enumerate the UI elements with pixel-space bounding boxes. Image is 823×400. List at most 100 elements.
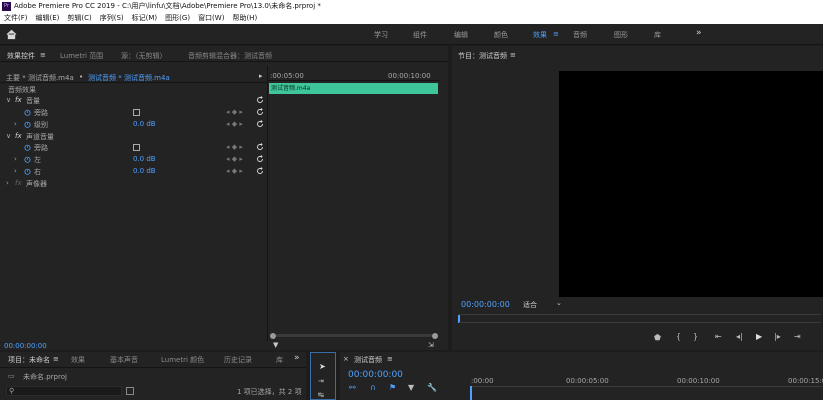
keyframe-nav-icon[interactable]: ◂ ◆ ▸ bbox=[226, 108, 243, 116]
mark-out-icon[interactable]: } bbox=[693, 332, 698, 341]
stopwatch-icon[interactable] bbox=[24, 121, 31, 128]
program-video-display[interactable] bbox=[559, 71, 823, 297]
add-marker-icon[interactable]: ▼ bbox=[408, 383, 414, 392]
play-clip-icon[interactable]: ▸ bbox=[259, 72, 263, 80]
menu-window[interactable]: 窗口(W) bbox=[198, 14, 224, 22]
tab-lumetri-scopes[interactable]: Lumetri 范围 bbox=[60, 51, 103, 61]
program-time-ruler[interactable] bbox=[459, 314, 821, 315]
left-expand-icon[interactable]: › bbox=[14, 155, 17, 163]
ripple-edit-tool-icon[interactable]: ↹ bbox=[318, 391, 324, 399]
zoom-handle-right[interactable] bbox=[432, 333, 438, 339]
menu-clip[interactable]: 剪辑(C) bbox=[67, 14, 91, 22]
right-expand-icon[interactable]: › bbox=[14, 167, 17, 175]
tab-history[interactable]: 历史记录 bbox=[224, 355, 252, 365]
selection-tool-icon[interactable]: ➤ bbox=[319, 362, 326, 371]
step-forward-icon[interactable]: |▸ bbox=[774, 332, 781, 341]
tab-menu-icon[interactable]: ≡ bbox=[40, 51, 46, 59]
home-icon[interactable] bbox=[6, 29, 17, 40]
tab-essential-sound[interactable]: 基本声音 bbox=[110, 355, 138, 365]
fx-icon[interactable]: fx bbox=[15, 96, 22, 104]
workspace-audio[interactable]: 音频 bbox=[573, 30, 587, 40]
workspace-learn[interactable]: 学习 bbox=[374, 30, 388, 40]
go-to-out-icon[interactable]: ⇥ bbox=[794, 332, 801, 341]
keyframe-nav-icon[interactable]: ◂ ◆ ▸ bbox=[226, 155, 243, 163]
stopwatch-icon[interactable] bbox=[24, 109, 31, 116]
volume-expand-icon[interactable]: ∨ bbox=[6, 96, 11, 104]
stopwatch-icon[interactable] bbox=[24, 144, 31, 151]
program-monitor-title[interactable]: 节目：测试音频 bbox=[458, 51, 507, 61]
close-icon[interactable]: × bbox=[343, 355, 349, 363]
wrench-icon[interactable]: 🔧 bbox=[427, 383, 437, 392]
workspace-effects-menu-icon[interactable]: ≡ bbox=[553, 30, 559, 38]
tab-project[interactable]: 项目：未命名 bbox=[8, 355, 50, 365]
tab-effects[interactable]: 效果 bbox=[71, 355, 85, 365]
tab-effect-controls[interactable]: 效果控件 bbox=[7, 51, 35, 61]
linked-selection-icon[interactable]: ⚑ bbox=[389, 383, 396, 392]
workspace-assembly[interactable]: 组件 bbox=[413, 30, 427, 40]
keyframe-nav-icon[interactable]: ◂ ◆ ▸ bbox=[226, 167, 243, 175]
bypass-checkbox[interactable] bbox=[133, 144, 140, 151]
keyframe-nav-icon[interactable]: ◂ ◆ ▸ bbox=[226, 120, 243, 128]
play-icon[interactable]: ▶ bbox=[756, 332, 762, 341]
timeline-timecode[interactable]: 00:00:00:00 bbox=[348, 370, 403, 380]
menu-help[interactable]: 帮助(H) bbox=[232, 14, 257, 22]
fx-icon[interactable]: fx bbox=[15, 132, 22, 140]
export-icon[interactable]: ⇲ bbox=[428, 341, 434, 349]
reset-icon[interactable] bbox=[256, 143, 264, 151]
menu-markers[interactable]: 标记(M) bbox=[132, 14, 158, 22]
menu-graphics[interactable]: 图形(G) bbox=[165, 14, 190, 22]
fx-icon[interactable]: fx bbox=[15, 179, 22, 187]
magnet-icon[interactable]: ∩ bbox=[370, 383, 376, 392]
workspace-overflow-icon[interactable]: » bbox=[696, 28, 702, 38]
project-overflow-icon[interactable]: » bbox=[294, 353, 300, 363]
stopwatch-icon[interactable] bbox=[24, 156, 31, 163]
filter-icon[interactable]: ▼ bbox=[273, 341, 278, 349]
reset-icon[interactable] bbox=[256, 167, 264, 175]
channel-volume-expand-icon[interactable]: ∨ bbox=[6, 132, 11, 140]
tab-libraries[interactable]: 库 bbox=[276, 355, 283, 365]
workspace-effects[interactable]: 效果 bbox=[533, 30, 547, 40]
program-timecode[interactable]: 00:00:00:00 bbox=[461, 300, 510, 309]
tab-menu-icon[interactable]: ≡ bbox=[387, 355, 393, 363]
menu-edit[interactable]: 编辑(E) bbox=[36, 14, 60, 22]
ec-horizontal-scrollbar[interactable] bbox=[276, 334, 432, 337]
reset-icon[interactable] bbox=[256, 108, 264, 116]
mark-in-icon[interactable]: { bbox=[676, 332, 681, 341]
workspace-color[interactable]: 颜色 bbox=[494, 30, 508, 40]
program-menu-icon[interactable]: ≡ bbox=[510, 51, 516, 59]
menu-sequence[interactable]: 序列(S) bbox=[100, 14, 124, 22]
reset-icon[interactable] bbox=[256, 155, 264, 163]
tab-lumetri-color[interactable]: Lumetri 颜色 bbox=[161, 355, 204, 365]
workspace-libraries[interactable]: 库 bbox=[654, 30, 661, 40]
bin-icon[interactable] bbox=[126, 387, 134, 395]
panner-expand-icon[interactable]: › bbox=[6, 179, 9, 187]
workspace-editing[interactable]: 编辑 bbox=[454, 30, 468, 40]
go-to-in-icon[interactable]: ⇤ bbox=[715, 332, 722, 341]
level-expand-icon[interactable]: › bbox=[14, 120, 17, 128]
left-value[interactable]: 0.0 dB bbox=[133, 155, 156, 163]
step-back-icon[interactable]: ◂| bbox=[736, 332, 743, 341]
right-value[interactable]: 0.0 dB bbox=[133, 167, 156, 175]
tab-audio-clip-mixer[interactable]: 音频剪辑混合器：测试音频 bbox=[188, 51, 272, 61]
track-select-tool-icon[interactable]: ⇥ bbox=[318, 377, 324, 385]
reset-icon[interactable] bbox=[256, 96, 264, 104]
workspace-graphics[interactable]: 图形 bbox=[614, 30, 628, 40]
tab-source[interactable]: 源：（无剪辑） bbox=[121, 51, 167, 61]
timeline-ruler[interactable] bbox=[470, 386, 823, 387]
stopwatch-icon[interactable] bbox=[24, 168, 31, 175]
project-search-input[interactable] bbox=[6, 386, 122, 396]
menu-file[interactable]: 文件(F) bbox=[4, 14, 28, 22]
reset-icon[interactable] bbox=[256, 120, 264, 128]
fit-dropdown[interactable]: 适合 bbox=[523, 300, 537, 310]
timeline-playhead-icon[interactable] bbox=[470, 386, 472, 400]
keyframe-nav-icon[interactable]: ◂ ◆ ▸ bbox=[226, 143, 243, 151]
snap-icon[interactable]: ⚯ bbox=[349, 383, 356, 392]
tab-menu-icon[interactable]: ≡ bbox=[53, 355, 59, 363]
bypass-checkbox[interactable] bbox=[133, 109, 140, 116]
ec-clip-bar[interactable]: 测试音频.m4a bbox=[269, 83, 438, 94]
ec-timecode[interactable]: 00:00:00:00 bbox=[4, 342, 47, 350]
chevron-down-icon[interactable]: ⌄ bbox=[556, 299, 562, 307]
tab-sequence[interactable]: 测试音频 bbox=[354, 355, 382, 365]
add-marker-icon[interactable]: ⬟ bbox=[654, 333, 661, 342]
level-value[interactable]: 0.0 dB bbox=[133, 120, 156, 128]
